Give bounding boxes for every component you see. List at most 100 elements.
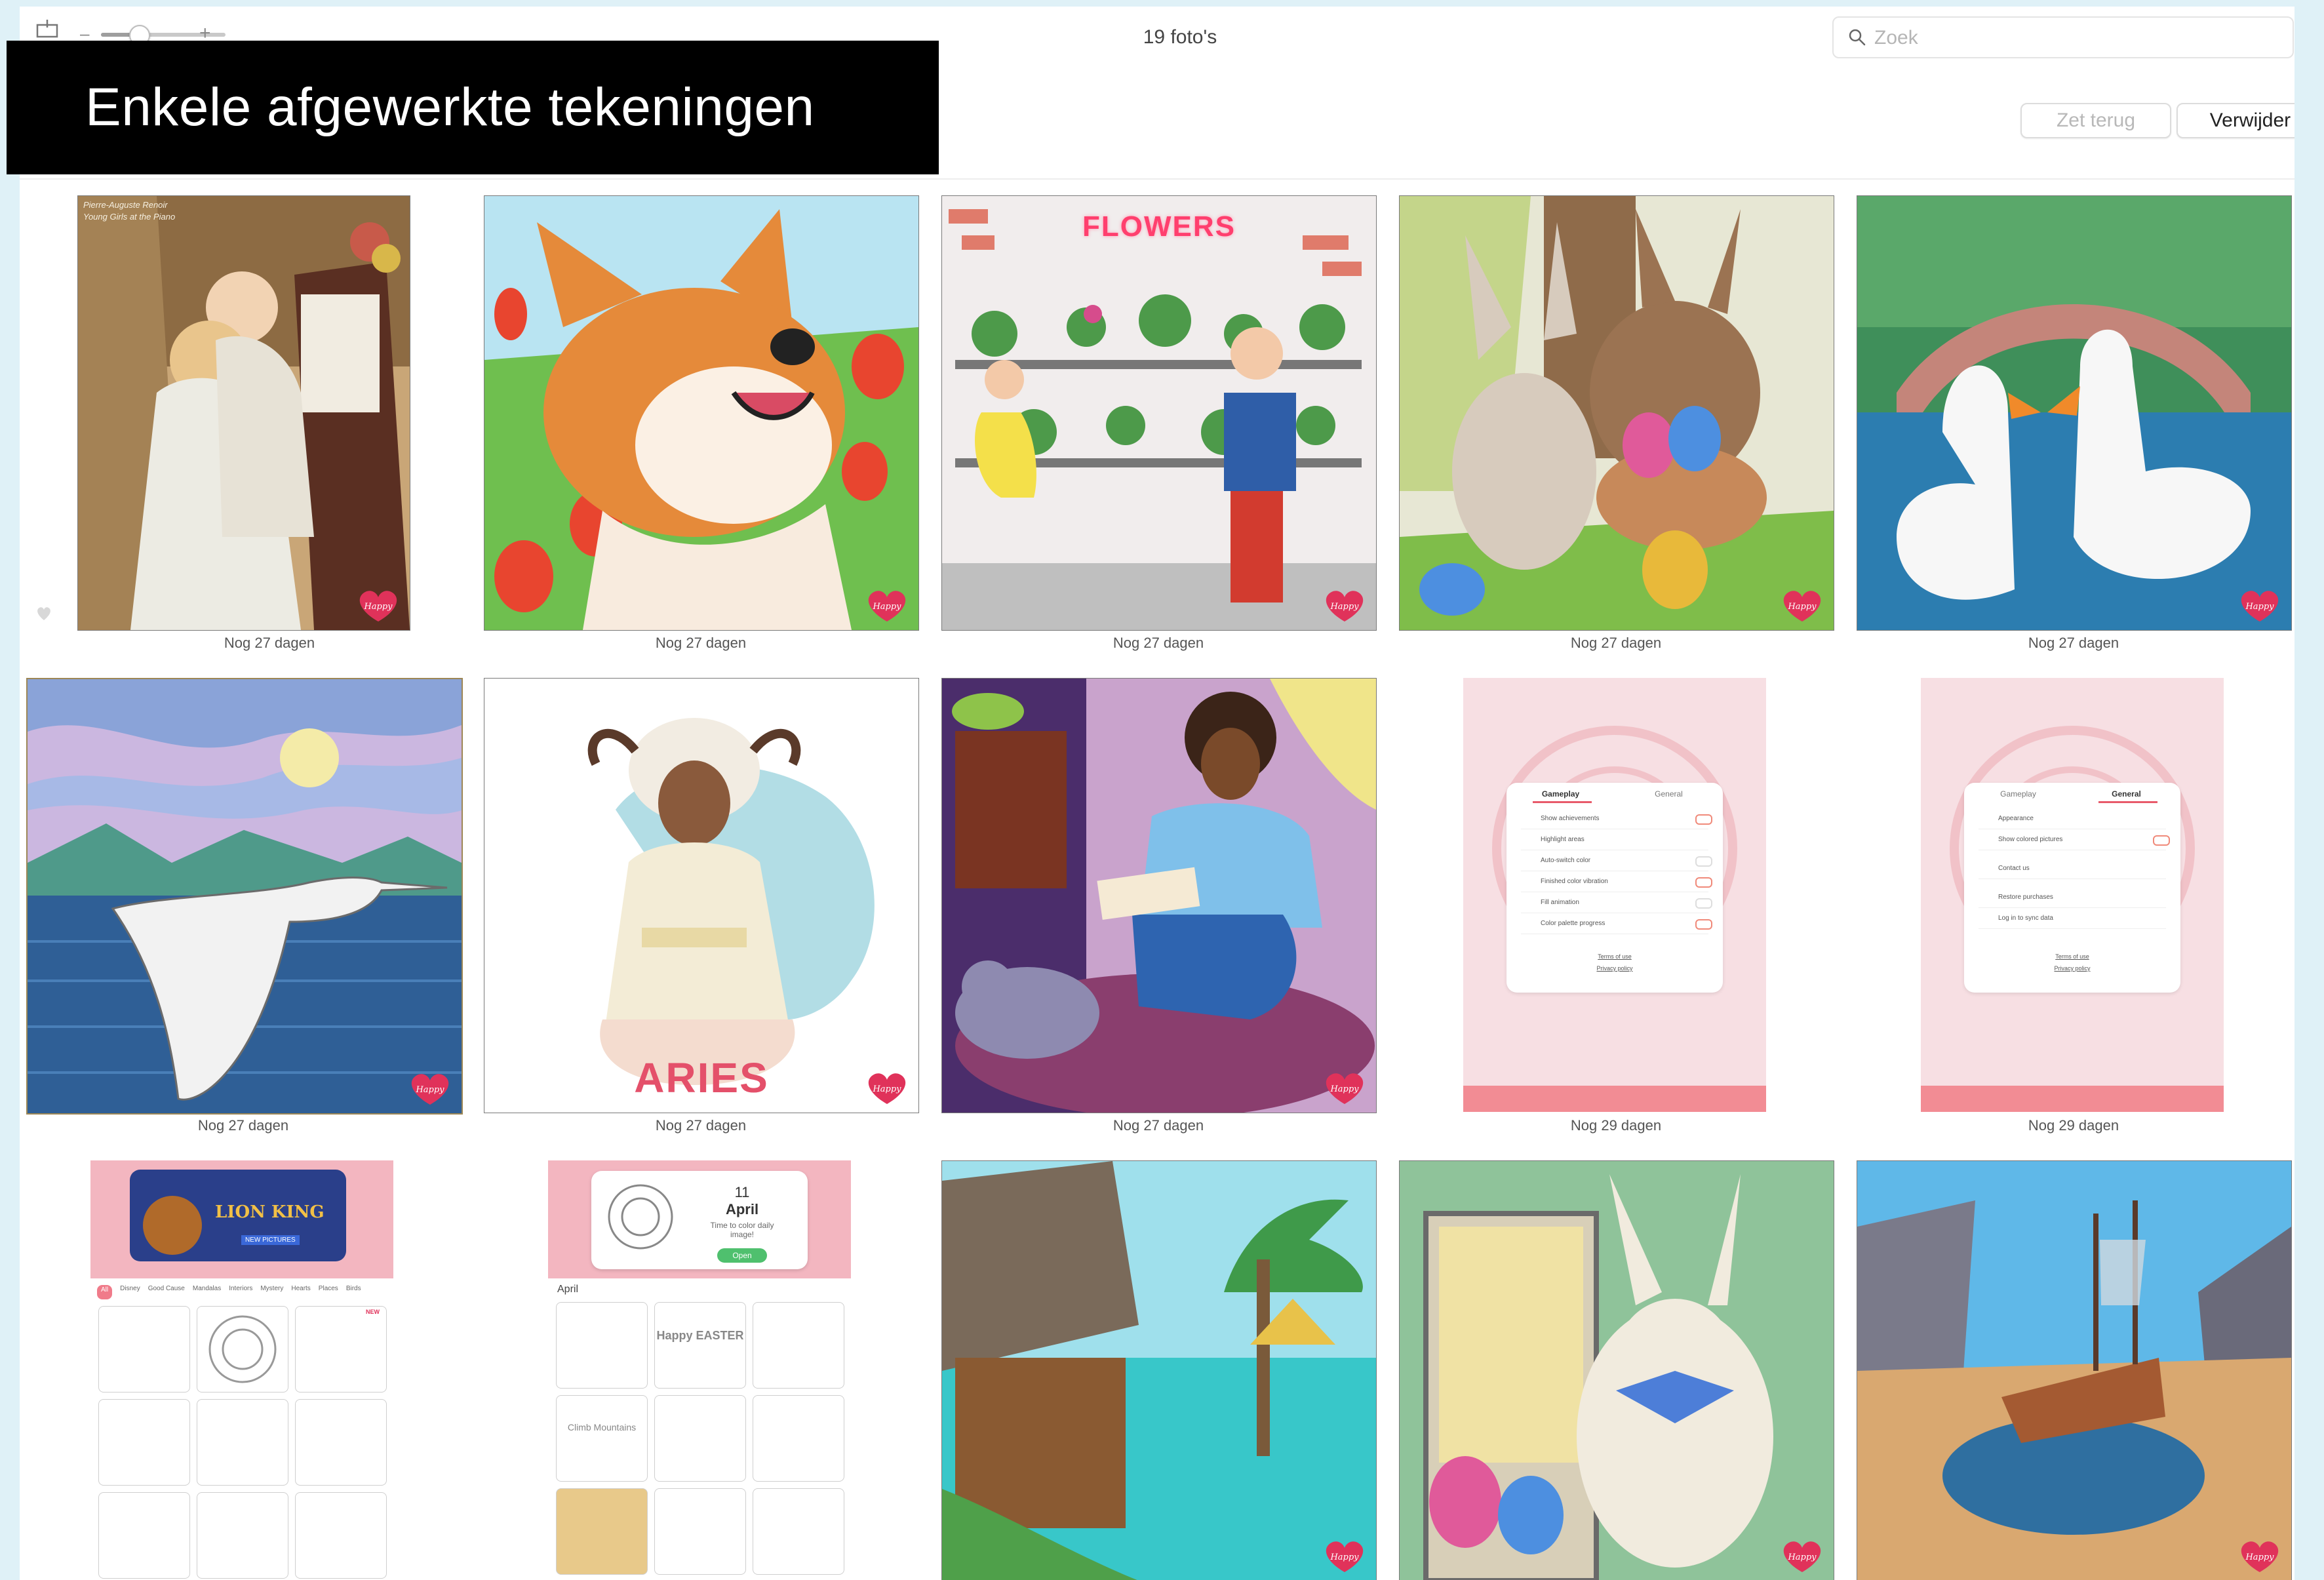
picture-card[interactable] <box>295 1399 387 1486</box>
lion-illustration <box>143 1196 202 1255</box>
caption-expiry: Nog 27 dagen <box>224 635 315 651</box>
tile-rabbit-lantern[interactable]: Happy <box>1399 1160 1834 1580</box>
setting-row: Finished color vibration <box>1521 872 1708 892</box>
picture-card[interactable] <box>197 1492 288 1579</box>
picture-card[interactable] <box>556 1302 648 1389</box>
artwork-sign-text: FLOWERS <box>1082 210 1236 243</box>
delete-all-button[interactable]: Verwijder alle <box>2176 103 2294 138</box>
tile-settings-general[interactable]: Gameplay General Appearance Show colored… <box>1921 678 2224 1112</box>
picture-card[interactable] <box>98 1306 190 1392</box>
tile-corgi[interactable]: Happy <box>484 195 919 631</box>
picture-card[interactable] <box>295 1492 387 1579</box>
picture-card[interactable] <box>556 1488 648 1575</box>
tile-settings-gameplay[interactable]: Gameplay General Show achievements Highl… <box>1463 678 1766 1112</box>
caption-expiry: Nog 27 dagen <box>655 635 747 651</box>
picture-card[interactable] <box>753 1395 844 1482</box>
toggle-switch[interactable] <box>1695 856 1712 867</box>
terms-link[interactable]: Terms of use <box>1507 953 1723 960</box>
happy-color-logo: Happy <box>404 1069 456 1108</box>
category-tab[interactable]: Hearts <box>291 1285 310 1299</box>
category-tab[interactable]: Places <box>319 1285 338 1299</box>
daily-card[interactable]: 11 April Time to color daily image! Open <box>591 1171 808 1269</box>
toggle-switch[interactable] <box>1695 919 1712 930</box>
caption-expiry: Nog 27 dagen <box>2028 635 2119 651</box>
daily-subtitle: Time to color daily image! <box>710 1221 774 1239</box>
toggle-switch[interactable] <box>1695 898 1712 909</box>
picture-card[interactable] <box>753 1302 844 1389</box>
daily-day: 11 <box>734 1184 750 1200</box>
svg-text:Happy: Happy <box>2245 602 2274 612</box>
svg-text:Happy: Happy <box>1787 602 1817 612</box>
picture-card[interactable] <box>197 1399 288 1486</box>
picture-card[interactable] <box>753 1488 844 1575</box>
picture-card[interactable] <box>295 1306 387 1392</box>
category-tab[interactable]: All <box>97 1285 113 1299</box>
tab-general[interactable]: General <box>1615 789 1723 799</box>
featured-banner[interactable]: LION KING NEW PICTURES <box>130 1170 346 1261</box>
toggle-switch[interactable] <box>1695 877 1712 888</box>
tile-beach-hut[interactable]: Happy <box>941 1160 1377 1580</box>
settings-panel: Gameplay General Show achievements Highl… <box>1507 783 1723 993</box>
category-tab[interactable]: Good Cause <box>148 1285 185 1299</box>
svg-text:Happy: Happy <box>2245 1552 2274 1562</box>
picture-card[interactable] <box>654 1395 746 1482</box>
toggle-switch[interactable] <box>1695 814 1712 825</box>
setting-row: Restore purchases <box>1979 888 2166 908</box>
happy-color-logo: Happy <box>1318 585 1371 625</box>
privacy-link[interactable]: Privacy policy <box>1964 965 2180 972</box>
tile-heron[interactable]: Happy <box>26 678 463 1115</box>
tile-easter-bunnies[interactable]: Happy <box>1399 195 1834 631</box>
category-tab[interactable]: Interiors <box>229 1285 252 1299</box>
active-tab-indicator <box>2098 801 2157 803</box>
privacy-link[interactable]: Privacy policy <box>1507 965 1723 972</box>
picture-card[interactable] <box>197 1306 288 1392</box>
picture-card[interactable] <box>98 1399 190 1486</box>
caption-expiry: Nog 29 dagen <box>2028 1117 2119 1134</box>
restore-button[interactable]: Zet terug <box>2020 103 2171 138</box>
category-tab[interactable]: Disney <box>120 1285 140 1299</box>
tab-gameplay[interactable]: Gameplay <box>1507 789 1615 799</box>
caption-expiry: Nog 27 dagen <box>1570 635 1662 651</box>
caption-expiry: Nog 27 dagen <box>1113 635 1204 651</box>
tile-ship[interactable]: Happy <box>1857 1160 2292 1580</box>
photo-count: 19 foto's <box>1143 26 1217 48</box>
search-input[interactable] <box>1873 24 2282 52</box>
tile-piano-girls[interactable]: Pierre-Auguste Renoir Young Girls at the… <box>77 195 410 631</box>
picture-card[interactable] <box>98 1492 190 1579</box>
caption-expiry: Nog 27 dagen <box>1113 1117 1204 1134</box>
tile-swans[interactable]: Happy <box>1857 195 2292 631</box>
tile-aries[interactable]: ARIES Happy <box>484 678 919 1113</box>
tile-reading-girl[interactable]: Happy <box>941 678 1377 1113</box>
favorite-heart-icon[interactable] <box>34 603 54 623</box>
tab-gameplay[interactable]: Gameplay <box>1964 789 2072 799</box>
tile-library-screen[interactable]: LION KING NEW PICTURES All Disney Good C… <box>90 1160 393 1580</box>
tile-flower-shop[interactable]: FLOWERS Happy <box>941 195 1377 631</box>
bottom-tab-bar <box>1921 1086 2224 1112</box>
search-box[interactable] <box>1832 16 2294 58</box>
svg-text:Happy: Happy <box>1329 1084 1359 1094</box>
picture-card[interactable]: Happy EASTER <box>654 1302 746 1389</box>
category-tab[interactable]: Mystery <box>260 1285 283 1299</box>
artwork-credit: Pierre-Auguste Renoir <box>83 200 168 210</box>
card-text: Climb Mountains <box>567 1422 637 1432</box>
tile-daily-screen[interactable]: 11 April Time to color daily image! Open… <box>548 1160 851 1580</box>
toggle-switch[interactable] <box>2153 835 2170 846</box>
setting-row: Show colored pictures <box>1979 830 2166 850</box>
picture-card[interactable]: Climb Mountains <box>556 1395 648 1482</box>
share-icon[interactable] <box>35 18 59 38</box>
picture-card[interactable] <box>654 1488 746 1575</box>
terms-link[interactable]: Terms of use <box>1964 953 2180 960</box>
open-button[interactable]: Open <box>717 1248 767 1263</box>
svg-text:Happy: Happy <box>415 1085 444 1095</box>
svg-text:Happy: Happy <box>1787 1552 1817 1562</box>
setting-row: Show achievements <box>1521 809 1708 829</box>
setting-row: Auto-switch color <box>1521 851 1708 871</box>
svg-text:Happy: Happy <box>872 602 901 612</box>
happy-color-logo: Happy <box>352 585 404 625</box>
happy-color-logo: Happy <box>861 585 913 625</box>
title-banner: Enkele afgewerkte tekeningen <box>7 41 939 174</box>
category-tab[interactable]: Birds <box>346 1285 361 1299</box>
tab-general[interactable]: General <box>2072 789 2180 799</box>
happy-color-logo: Happy <box>2234 1536 2286 1575</box>
category-tab[interactable]: Mandalas <box>193 1285 221 1299</box>
